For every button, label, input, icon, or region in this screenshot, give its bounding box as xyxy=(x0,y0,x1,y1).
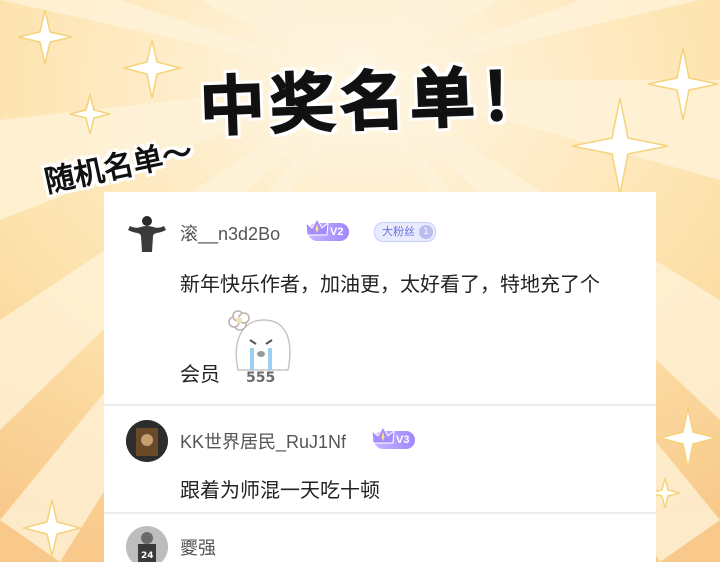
username[interactable]: KK世界居民_RuJ1Nf xyxy=(180,428,346,454)
avatar-number: 24 xyxy=(141,551,154,561)
fan-badge-label: 大粉丝 xyxy=(382,225,415,238)
level-badge: V2 xyxy=(305,217,350,241)
level-badge: V3 xyxy=(371,425,416,449)
comment-text: 跟着为师混一天吃十顿 xyxy=(180,478,380,502)
username[interactable]: 夒强 xyxy=(180,534,216,560)
comment-item[interactable]: 滚__n3d2Bo V2 大粉丝 1 新年快乐作者，加油更，太好看了，特地充了个… xyxy=(104,192,656,404)
level-label: V3 xyxy=(396,434,410,446)
username[interactable]: 滚__n3d2Bo xyxy=(180,220,280,246)
sticker-label: 555 xyxy=(246,370,276,386)
page-title: 中奖名单！ xyxy=(198,58,552,146)
comment-item[interactable]: 24 夒强 xyxy=(104,514,656,562)
comment-text-line2: 会员 xyxy=(180,362,220,386)
fan-level: 1 xyxy=(419,225,433,239)
crown-icon xyxy=(305,217,329,236)
comment-list: 滚__n3d2Bo V2 大粉丝 1 新年快乐作者，加油更，太好看了，特地充了个… xyxy=(104,192,656,562)
avatar[interactable] xyxy=(126,420,168,462)
avatar[interactable] xyxy=(126,212,168,254)
fan-badge[interactable]: 大粉丝 1 xyxy=(374,222,436,242)
comment-item[interactable]: KK世界居民_RuJ1Nf V3 跟着为师混一天吃十顿 xyxy=(104,406,656,512)
comment-text: 新年快乐作者，加油更，太好看了，特地充了个 xyxy=(180,272,600,296)
crown-icon xyxy=(371,425,395,444)
crying-sticker-icon: 555 xyxy=(220,310,306,392)
avatar[interactable]: 24 xyxy=(126,526,168,562)
level-label: V2 xyxy=(330,226,344,238)
